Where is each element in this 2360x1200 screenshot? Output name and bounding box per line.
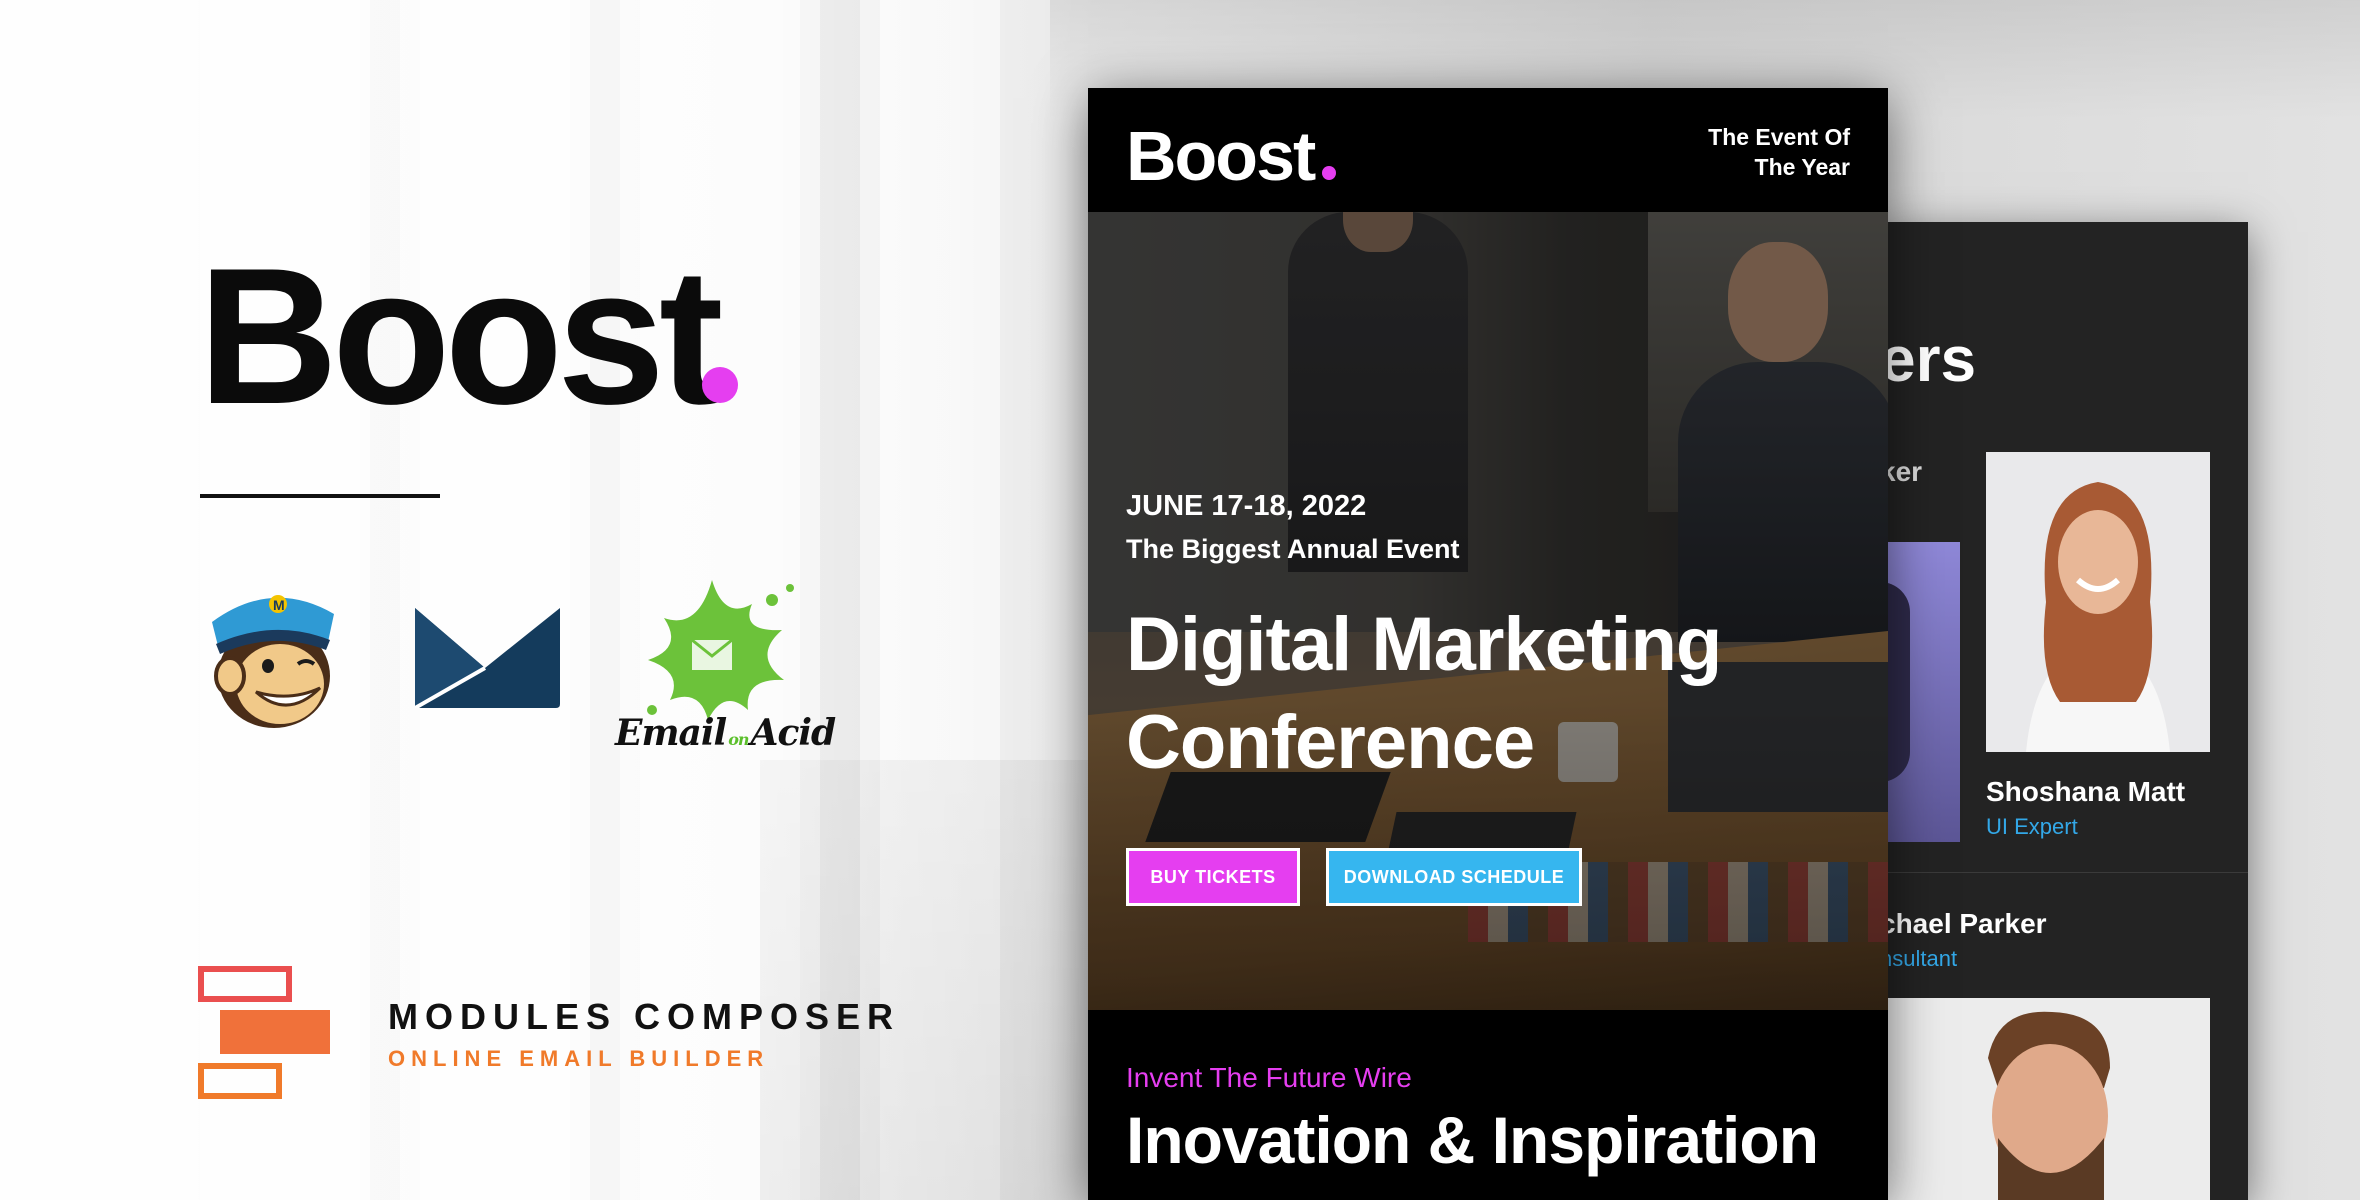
buy-tickets-button[interactable]: BUY TICKETS	[1126, 848, 1300, 906]
speaker-role: nsultant	[1880, 946, 1958, 971]
speakers-email-preview: ers ker Shoshana Matt UI Expert chael Pa…	[1880, 222, 2248, 1200]
event-subtitle: The Biggest Annual Event	[1126, 534, 1460, 564]
speakers-heading: ers	[1880, 323, 1977, 395]
speaker-divider	[1880, 872, 2248, 873]
speaker-photo-partial	[1880, 542, 1960, 842]
speaker-photo-michael	[1888, 998, 2210, 1200]
email-on-acid-wordmark: Email onAcid	[615, 712, 836, 754]
brand-logo: Boost	[198, 228, 724, 445]
hero-photo: JUNE 17-18, 2022 The Biggest Annual Even…	[1088, 212, 1888, 1100]
svg-text:M: M	[273, 597, 285, 613]
email-header: Boost The Event Of The Year	[1088, 88, 1888, 212]
event-date: JUNE 17-18, 2022	[1126, 490, 1367, 522]
speaker-role: UI Expert	[1986, 814, 2078, 839]
email-tagline: The Event Of The Year	[1708, 124, 1850, 180]
speaker-photo-shoshana	[1986, 452, 2210, 752]
modules-composer-subtitle: ONLINE EMAIL BUILDER	[388, 1046, 770, 1071]
email-logo: Boost	[1126, 117, 1316, 195]
brand-logo-dot	[702, 367, 738, 403]
speaker-name: Shoshana Matt	[1986, 776, 2186, 807]
section-kicker: Invent The Future Wire	[1126, 1062, 1412, 1093]
conference-email-preview: Boost The Event Of The Year JUNE 17-18, …	[1088, 88, 1888, 1200]
brand-divider	[200, 494, 440, 498]
postmark-logo	[415, 608, 560, 708]
speaker-name: chael Parker	[1880, 908, 2047, 939]
event-title: Digital Marketing Conference	[1126, 602, 1722, 785]
email-section: Invent The Future Wire Inovation & Inspi…	[1088, 1010, 1888, 1198]
modules-composer-title: MODULES COMPOSER	[388, 996, 901, 1037]
modules-composer-icon	[198, 966, 330, 1099]
section-title: Inovation & Inspiration	[1126, 1103, 1819, 1177]
email-logo-dot	[1322, 166, 1336, 180]
mailchimp-logo: M	[212, 595, 334, 728]
download-schedule-button[interactable]: DOWNLOAD SCHEDULE	[1326, 848, 1582, 906]
